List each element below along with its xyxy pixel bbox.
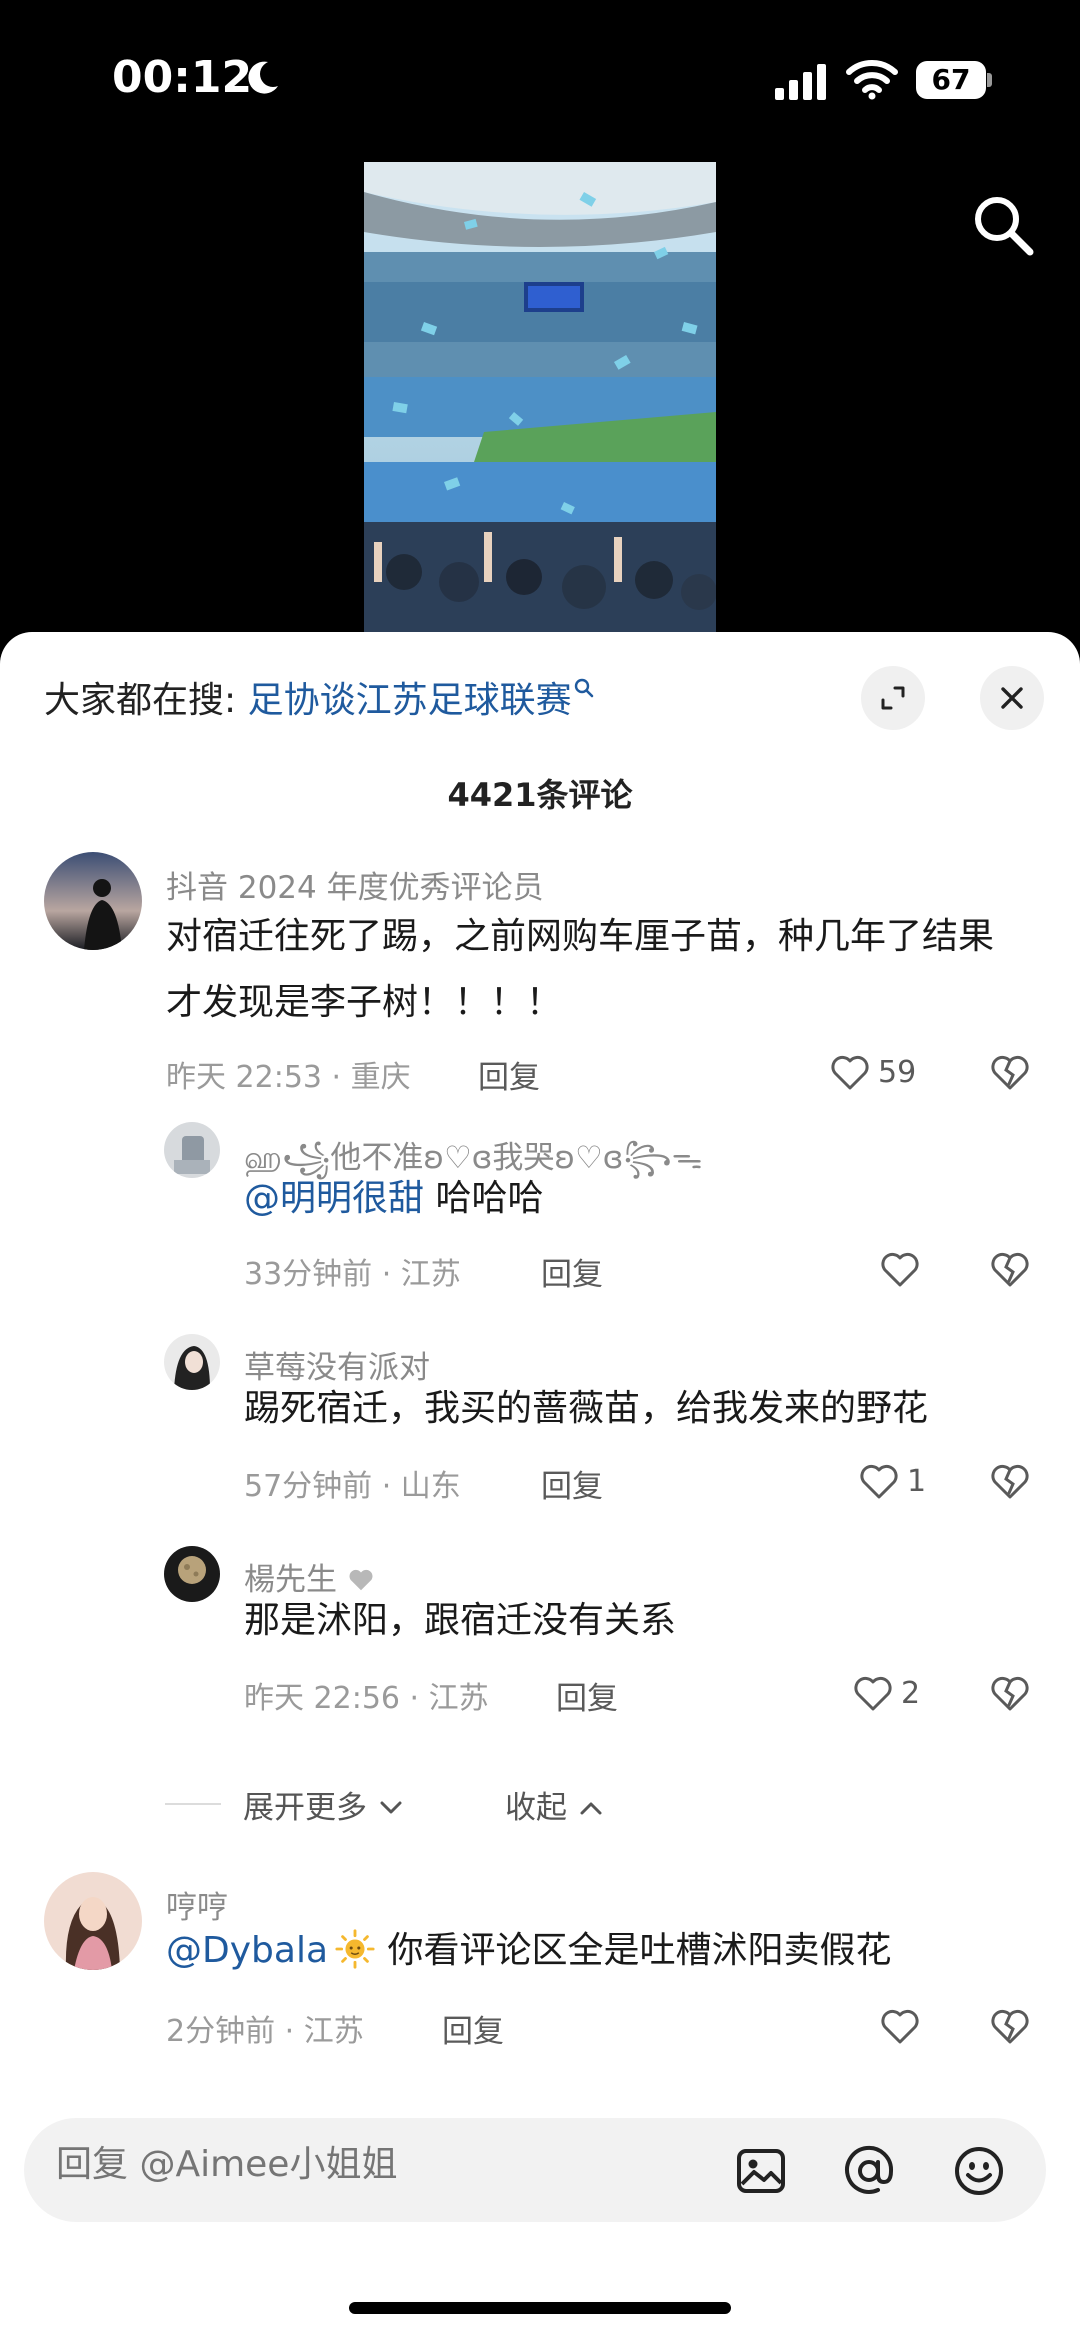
comment-meta: 2分钟前 · 江苏 bbox=[166, 2014, 364, 2049]
like-button[interactable] bbox=[878, 2004, 928, 2048]
chevron-down-icon bbox=[380, 1801, 402, 1814]
comment-text: 踢死宿迁，我买的蔷薇苗，给我发来的野花 bbox=[244, 1388, 929, 1429]
comment-text: 那是沭阳，跟宿迁没有关系 bbox=[244, 1600, 677, 1641]
image-icon[interactable] bbox=[734, 2144, 788, 2198]
stadium-video-thumbnail bbox=[364, 162, 716, 632]
emoji-icon[interactable] bbox=[952, 2144, 1006, 2198]
broken-heart-icon[interactable] bbox=[988, 1247, 1032, 1291]
expand-button[interactable] bbox=[861, 666, 925, 730]
at-mention-icon[interactable] bbox=[842, 2144, 896, 2198]
like-button[interactable]: 1 bbox=[857, 1459, 926, 1503]
heart-icon bbox=[881, 1252, 919, 1287]
wifi-icon bbox=[846, 60, 898, 100]
reply-button[interactable]: 回复 bbox=[442, 2006, 504, 2051]
battery-nub bbox=[987, 73, 992, 87]
avatar[interactable] bbox=[44, 852, 142, 950]
avatar[interactable] bbox=[164, 1334, 220, 1390]
reply-button[interactable]: 回复 bbox=[556, 1673, 618, 1718]
expand-more-button[interactable]: 展开更多 bbox=[243, 1782, 405, 1827]
commenter-name[interactable]: 哼哼 bbox=[166, 1882, 228, 1927]
battery-indicator: 67 bbox=[916, 61, 986, 99]
collapse-button[interactable]: 收起 bbox=[505, 1782, 605, 1827]
commenter-name-text: 楊先生 bbox=[244, 1562, 337, 1598]
comment-meta: 昨天 22:56 · 江苏 bbox=[244, 1681, 489, 1716]
comment-body: 你看评论区全是吐槽沭阳卖假花 bbox=[376, 1930, 892, 1971]
mention-link[interactable]: @Dybala bbox=[166, 1930, 328, 1971]
comment-text: 对宿迁往死了踢，之前网购车厘子苗，种几年了结果才发现是李子树！！！！ bbox=[166, 916, 995, 1023]
like-button[interactable]: 59 bbox=[828, 1050, 916, 1094]
expand-icon bbox=[881, 686, 905, 710]
trending-search-term[interactable]: 足协谈江苏足球联赛 bbox=[248, 680, 572, 721]
video-player[interactable] bbox=[364, 162, 716, 632]
close-button[interactable] bbox=[980, 666, 1044, 730]
broken-heart-icon[interactable] bbox=[988, 1050, 1032, 1094]
heart-icon bbox=[860, 1464, 898, 1499]
heart-icon bbox=[881, 2009, 919, 2044]
reply-button[interactable]: 回复 bbox=[541, 1461, 603, 1506]
search-icon[interactable] bbox=[968, 190, 1038, 260]
like-button[interactable] bbox=[878, 1247, 928, 1291]
reply-button[interactable]: 回复 bbox=[541, 1249, 603, 1294]
avatar[interactable] bbox=[164, 1122, 220, 1178]
avatar-image bbox=[44, 1872, 142, 1970]
comment-meta: 昨天 22:53 · 重庆 bbox=[166, 1060, 411, 1095]
commenter-name[interactable]: 草莓没有派对 bbox=[244, 1342, 430, 1387]
collapse-label: 收起 bbox=[505, 1790, 567, 1826]
reply-input[interactable] bbox=[56, 2144, 556, 2185]
comment-text: @明明很甜 哈哈哈 bbox=[244, 1176, 1024, 1222]
expand-more-label: 展开更多 bbox=[243, 1790, 367, 1826]
avatar-image bbox=[44, 852, 142, 950]
mention-link[interactable]: @明明很甜 bbox=[244, 1178, 424, 1219]
comment-body: 哈哈哈 bbox=[424, 1178, 544, 1219]
comment-meta: 57分钟前 · 山东 bbox=[244, 1469, 461, 1504]
broken-heart-icon[interactable] bbox=[988, 1459, 1032, 1503]
reply-item: 草莓没有派对 踢死宿迁，我买的蔷薇苗，给我发来的野花 57分钟前 · 山东 回复… bbox=[0, 1334, 1080, 1544]
status-bar: 00:12 67 bbox=[0, 0, 1080, 160]
avatar[interactable] bbox=[164, 1546, 220, 1602]
avatar-image bbox=[164, 1122, 220, 1178]
avatar[interactable] bbox=[44, 1872, 142, 1970]
trending-search-hint[interactable]: 大家都在搜: 足协谈江苏足球联赛 bbox=[44, 676, 594, 726]
replies-toggle-row: 展开更多 收起 bbox=[0, 1778, 1080, 1828]
home-indicator[interactable] bbox=[349, 2302, 731, 2314]
reply-item: ஹ꧁他不准ʚ♡ɞ我哭ʚ♡ɞ꧂ᯓ @明明很甜 哈哈哈 33分钟前 · 江苏 回复 bbox=[0, 1122, 1080, 1332]
reply-button[interactable]: 回复 bbox=[478, 1052, 540, 1097]
comment-count: 4421条评论 bbox=[447, 776, 633, 814]
comment-item: 哼哼 @Dybala 你看评论区全是吐槽沭阳卖假花 2分钟前 · 江苏 回复 bbox=[0, 1872, 1080, 2072]
avatar-image bbox=[164, 1334, 220, 1390]
chevron-up-icon bbox=[580, 1802, 602, 1815]
commenter-name[interactable]: 楊先生 bbox=[244, 1554, 375, 1599]
heart-icon bbox=[831, 1055, 869, 1090]
like-count: 59 bbox=[878, 1054, 917, 1090]
reply-input-bar bbox=[24, 2118, 1046, 2222]
heart-badge-icon bbox=[349, 1569, 373, 1591]
like-button[interactable]: 2 bbox=[851, 1671, 920, 1715]
broken-heart-icon[interactable] bbox=[988, 2004, 1032, 2048]
comment-text: @Dybala 你看评论区全是吐槽沭阳卖假花 bbox=[166, 1926, 1046, 1976]
like-count: 1 bbox=[907, 1463, 927, 1499]
close-icon bbox=[1001, 687, 1023, 709]
reply-item: 楊先生 那是沭阳，跟宿迁没有关系 昨天 22:56 · 江苏 回复 2 bbox=[0, 1546, 1080, 1756]
sun-emoji-icon bbox=[335, 1929, 375, 1969]
divider-line bbox=[165, 1803, 221, 1805]
small-search-icon bbox=[574, 678, 593, 698]
avatar-image bbox=[164, 1546, 220, 1602]
heart-icon bbox=[854, 1676, 892, 1711]
comment-meta: 33分钟前 · 江苏 bbox=[244, 1257, 461, 1292]
moon-icon bbox=[248, 61, 278, 94]
trending-search-label: 大家都在搜: bbox=[44, 680, 248, 721]
comments-panel: 大家都在搜: 足协谈江苏足球联赛 4421条评论 抖音 2024 年度优秀评论员 bbox=[0, 632, 1080, 2339]
commenter-name[interactable]: 抖音 2024 年度优秀评论员 bbox=[166, 862, 544, 907]
broken-heart-icon[interactable] bbox=[988, 1671, 1032, 1715]
cellular-signal-icon bbox=[775, 64, 826, 100]
like-count: 2 bbox=[901, 1675, 921, 1711]
status-time: 00:12 bbox=[112, 52, 253, 103]
